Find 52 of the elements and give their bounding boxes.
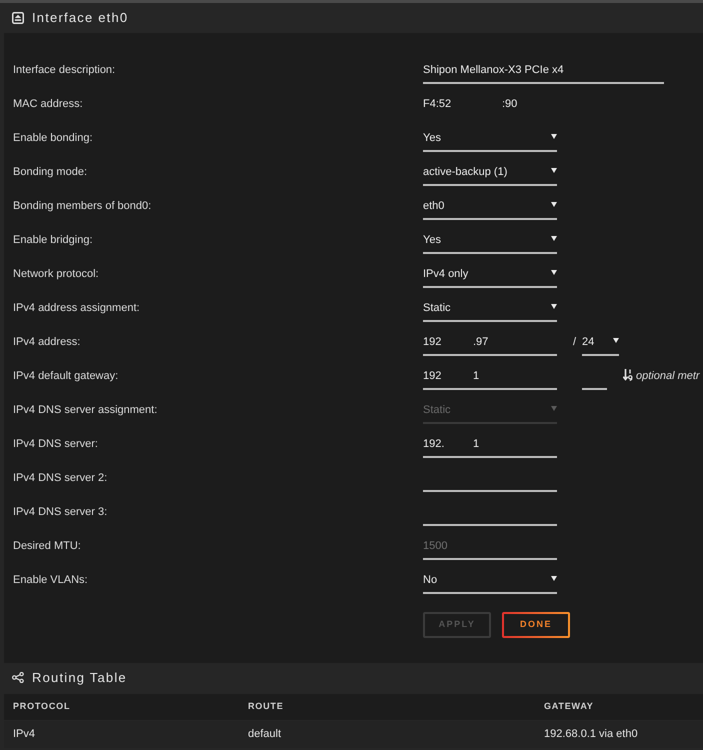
caret-icon: [551, 134, 557, 139]
eject-square-icon: [12, 12, 24, 24]
input-field[interactable]: 192 1: [423, 365, 557, 390]
metric-hint: optional metr: [636, 369, 700, 383]
caret-icon: [551, 202, 557, 207]
input-field[interactable]: Shipon Mellanox-X3 PCIe x4: [423, 59, 664, 84]
input-field[interactable]: 192 .97: [423, 331, 557, 356]
table-cell-text: 192.68.0.1 via eth0: [544, 727, 639, 742]
table-cell-text: IPv4: [13, 727, 36, 742]
field-label: IPv4 address assignment:: [13, 301, 141, 315]
field-label: Enable bridging:: [13, 233, 94, 247]
caret-icon: [551, 236, 557, 241]
column-header: ROUTE: [248, 700, 284, 714]
caret-icon: [551, 304, 557, 309]
caret-icon: [613, 338, 619, 343]
panel-title: Interface eth0: [32, 9, 128, 28]
dropdown[interactable]: Yes: [423, 229, 557, 254]
prefix-separator: /: [573, 335, 578, 350]
field-label: Interface description:: [13, 63, 116, 77]
dropdown[interactable]: No: [423, 569, 557, 594]
dropdown[interactable]: active-backup (1): [423, 161, 557, 186]
field-label: Enable bonding:: [13, 131, 94, 145]
dropdown[interactable]: Yes: [423, 127, 557, 152]
column-header: PROTOCOL: [13, 700, 72, 714]
dropdown[interactable]: eth0: [423, 195, 557, 220]
done-button[interactable]: DONE: [502, 612, 570, 638]
caret-icon: [551, 576, 557, 581]
share-icon: [12, 672, 24, 683]
caret-icon: [551, 168, 557, 173]
caret-icon: [551, 406, 557, 411]
field-label: IPv4 default gateway:: [13, 369, 120, 383]
field-label: IPv4 address:: [13, 335, 82, 349]
section-title: Routing Table: [32, 668, 127, 687]
field-label: Desired MTU:: [13, 539, 82, 553]
field-label: Bonding members of bond0:: [13, 199, 152, 213]
field-label: IPv4 DNS server 3:: [13, 505, 108, 519]
field-label: MAC address:: [13, 97, 84, 111]
sort-numeric-icon: [623, 369, 633, 381]
dropdown[interactable]: IPv4 only: [423, 263, 557, 288]
field-label: IPv4 DNS server assignment:: [13, 403, 158, 417]
column-header: GATEWAY: [544, 700, 595, 714]
mac-address-value: F4:52 :90: [423, 97, 518, 112]
caret-icon: [551, 270, 557, 275]
input-field[interactable]: 192. 1: [423, 433, 557, 458]
field-label: IPv4 DNS server:: [13, 437, 99, 451]
dropdown[interactable]: Static: [423, 297, 557, 322]
field-label: Bonding mode:: [13, 165, 88, 179]
table-cell-text: default: [248, 727, 282, 742]
field-label: Enable VLANs:: [13, 573, 89, 587]
prefix-dropdown[interactable]: 24: [582, 331, 619, 356]
field-label: IPv4 DNS server 2:: [13, 471, 108, 485]
field-label: Network protocol:: [13, 267, 100, 281]
